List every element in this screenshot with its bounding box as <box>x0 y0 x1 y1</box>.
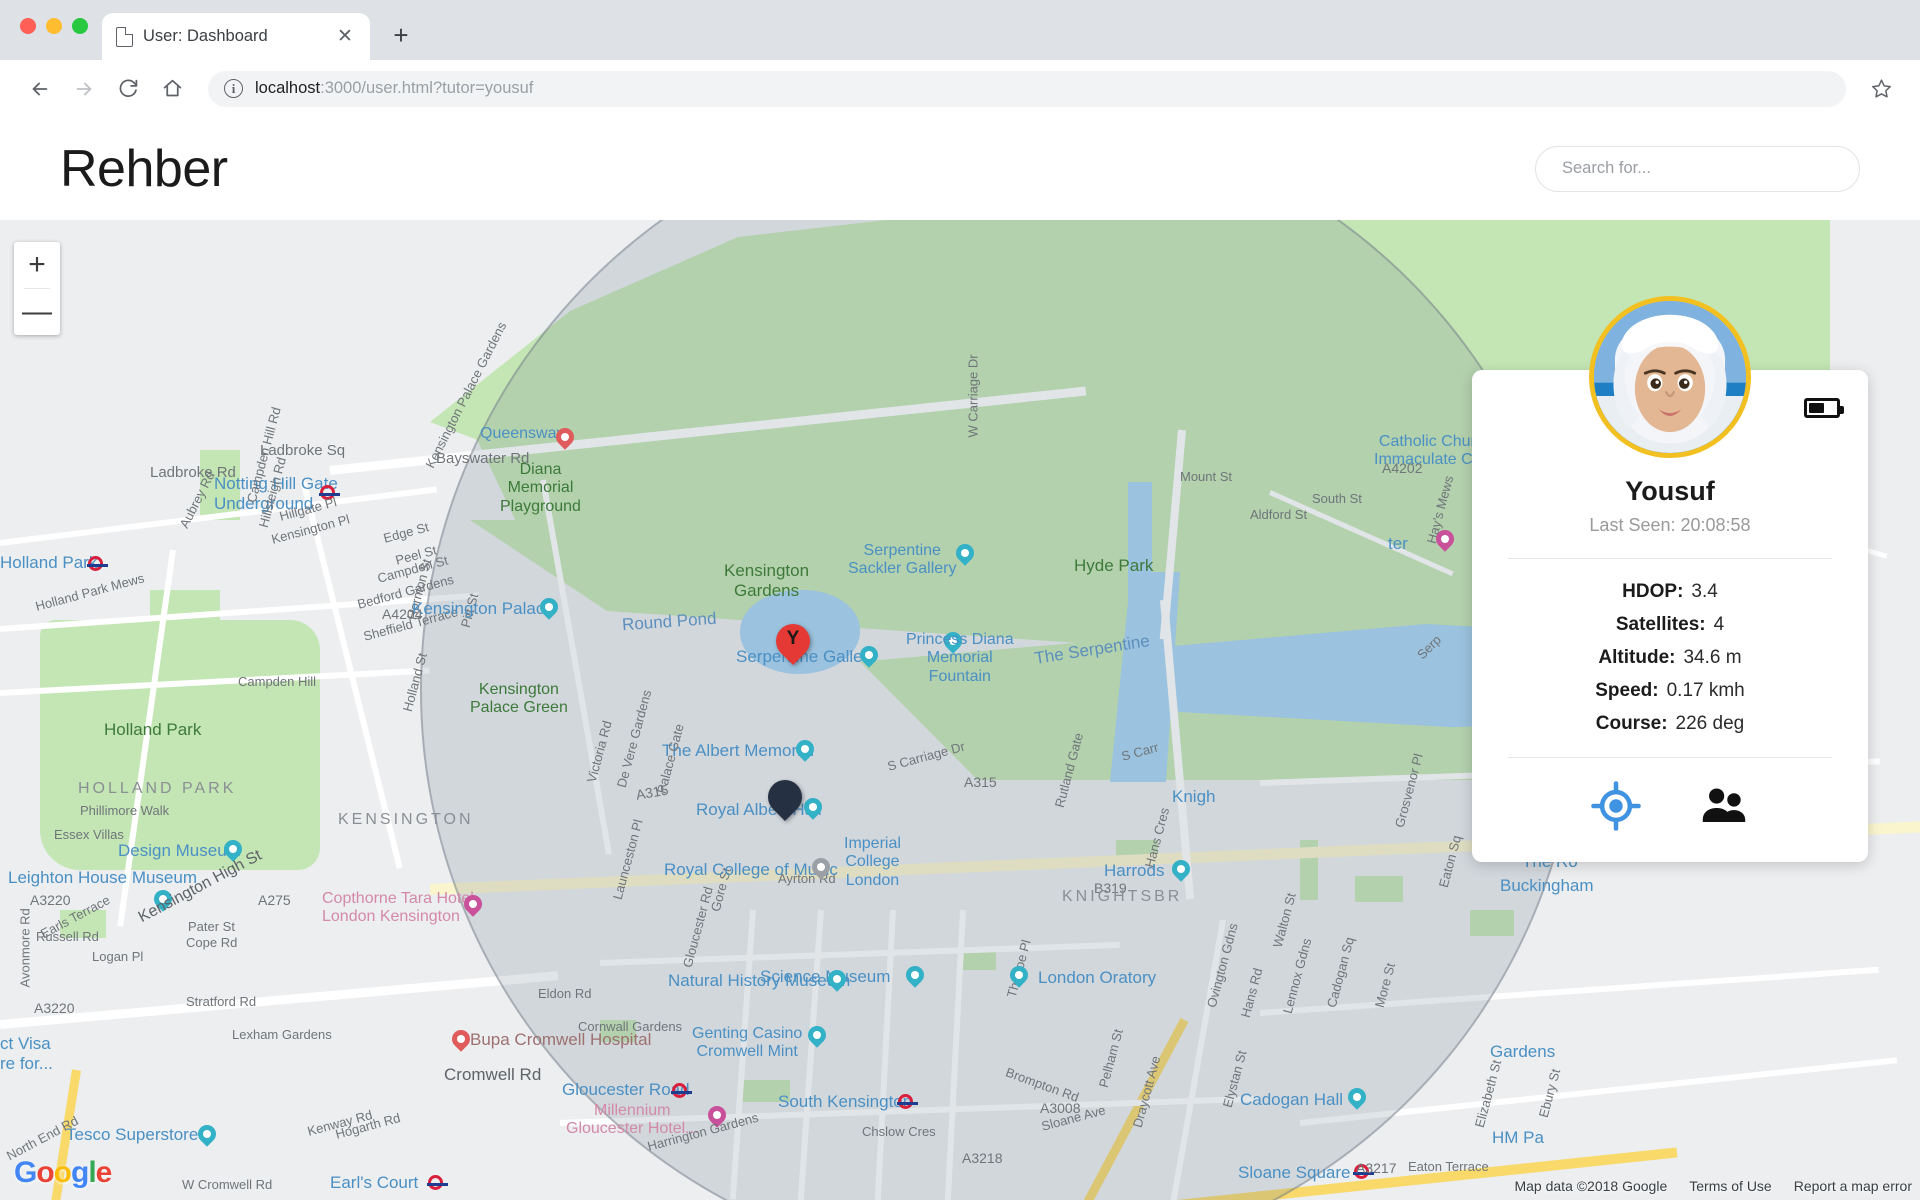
people-group-icon <box>1702 788 1746 823</box>
google-logo: Google <box>14 1156 112 1189</box>
show-group-button[interactable] <box>1698 780 1750 832</box>
page-title: Rehber <box>60 139 228 198</box>
tube-roundel-icon <box>897 1094 918 1109</box>
stats-list: HDOP: 3.4 Satellites: 4 Altitude: 34.6 m Speed… <box>1508 581 1832 735</box>
tab-title: User: Dashboard <box>143 27 268 45</box>
tab-strip: User: Dashboard ✕ + <box>0 0 1920 60</box>
tube-roundel-icon <box>427 1175 448 1190</box>
user-marker-label: Y <box>786 627 800 649</box>
maximize-window-button[interactable] <box>72 18 88 34</box>
home-icon[interactable] <box>154 71 190 107</box>
stat-key: Course: <box>1595 713 1668 734</box>
stat-key: Speed: <box>1595 680 1659 701</box>
address-bar[interactable]: i localhost:3000/user.html?tutor=yousuf <box>208 70 1846 107</box>
battery-icon <box>1804 398 1844 418</box>
stat-row: Course: 226 deg <box>1508 713 1832 735</box>
browser-chrome: User: Dashboard ✕ + i localhost:3000/use… <box>0 0 1920 117</box>
divider <box>1508 558 1832 559</box>
stat-row: Altitude: 34.6 m <box>1508 647 1832 669</box>
stat-row: Speed: 0.17 kmh <box>1508 680 1832 702</box>
map-data-credit: Map data ©2018 Google <box>1514 1178 1668 1194</box>
stat-value: 226 deg <box>1675 713 1745 734</box>
url-path: :3000/user.html?tutor=yousuf <box>320 79 534 97</box>
browser-tab[interactable]: User: Dashboard ✕ <box>102 13 370 60</box>
search-input[interactable] <box>1535 145 1860 192</box>
tube-roundel-icon <box>319 485 340 500</box>
stat-value: 4 <box>1713 614 1725 635</box>
terms-of-use-link[interactable]: Terms of Use <box>1689 1178 1771 1194</box>
forward-arrow-icon <box>66 71 102 107</box>
stat-row: Satellites: 4 <box>1508 614 1832 636</box>
last-seen-text: Last Seen: 20:08:58 <box>1589 515 1751 535</box>
window-traffic-lights <box>20 18 88 34</box>
stat-key: Satellites: <box>1615 614 1706 635</box>
minimize-window-button[interactable] <box>46 18 62 34</box>
stat-value: 34.6 m <box>1683 647 1742 668</box>
avatar-image <box>1594 301 1746 453</box>
tube-roundel-icon <box>87 556 108 571</box>
url-text: localhost:3000/user.html?tutor=yousuf <box>255 79 533 98</box>
tube-roundel-icon <box>671 1083 692 1098</box>
back-arrow-icon[interactable] <box>22 71 58 107</box>
report-map-error-link[interactable]: Report a map error <box>1794 1178 1912 1194</box>
page-icon <box>116 26 133 47</box>
app-header: Rehber <box>0 117 1920 220</box>
url-host: localhost <box>255 79 321 97</box>
info-circle-icon[interactable]: i <box>224 79 243 98</box>
battery-fill <box>1809 403 1825 413</box>
card-actions <box>1508 780 1832 832</box>
geofence-circle <box>420 220 1580 1200</box>
user-info-card: Yousuf Last Seen: 20:08:58 HDOP: 3.4 Satel… <box>1472 296 1868 862</box>
close-window-button[interactable] <box>20 18 36 34</box>
map-attribution: Map data ©2018 Google Terms of Use Repor… <box>1514 1178 1912 1194</box>
gps-crosshair-icon <box>1591 781 1641 831</box>
close-icon[interactable]: ✕ <box>334 26 356 48</box>
stat-row: HDOP: 3.4 <box>1508 581 1832 603</box>
stat-key: Altitude: <box>1598 647 1676 668</box>
user-name: Yousuf <box>1625 476 1715 506</box>
map-zoom-control[interactable]: + — <box>14 242 60 335</box>
tube-roundel-icon <box>1353 1164 1374 1179</box>
stat-value: 3.4 <box>1691 581 1718 602</box>
star-icon[interactable] <box>1864 72 1898 106</box>
browser-toolbar: i localhost:3000/user.html?tutor=yousuf <box>0 60 1920 117</box>
user-marker[interactable]: Y <box>768 616 818 666</box>
reload-icon[interactable] <box>110 71 146 107</box>
avatar[interactable] <box>1589 296 1751 458</box>
zoom-out-button[interactable]: — <box>14 289 60 335</box>
divider <box>1508 757 1832 758</box>
center-on-user-button[interactable] <box>1590 780 1642 832</box>
stat-key: HDOP: <box>1622 581 1684 602</box>
stat-value: 0.17 kmh <box>1666 680 1745 701</box>
zoom-in-button[interactable]: + <box>14 242 60 288</box>
map-view[interactable]: Ladbroke Sq Ladbroke Rd Notting Hill Gat… <box>0 220 1920 1200</box>
new-tab-button[interactable]: + <box>386 20 416 50</box>
